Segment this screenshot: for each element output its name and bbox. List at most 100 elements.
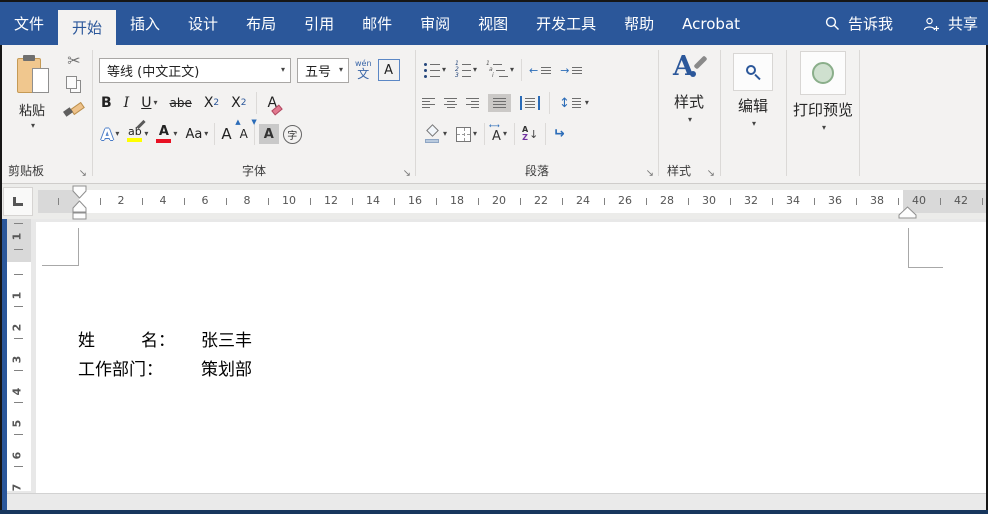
cut-button[interactable]: ✂ <box>67 53 80 69</box>
styles-button[interactable]: A 样式 ▾ <box>661 53 717 124</box>
doc-line1-label-b: 名： <box>141 331 175 351</box>
paragraph-dialog-launcher[interactable]: ↘ <box>646 169 654 179</box>
ruler-row: 24681012141618202224262830323436384042 <box>2 183 986 219</box>
doc-line1-label-a: 姓 <box>78 331 95 351</box>
person-add-icon <box>923 16 940 32</box>
shrink-font-button[interactable]: A▼ <box>238 122 250 146</box>
tab-开发工具[interactable]: 开发工具 <box>522 2 610 45</box>
increase-indent-button[interactable]: → <box>558 58 584 82</box>
doc-line2-label: 工作部门： <box>78 360 163 380</box>
tab-开始[interactable]: 开始 <box>58 10 116 45</box>
paste-button[interactable]: 粘贴 ▾ <box>7 55 57 130</box>
justify-button[interactable] <box>488 94 511 112</box>
print-preview-group: 打印预览 ▾ <box>787 45 859 183</box>
superscript-button[interactable]: X2 <box>229 91 248 115</box>
crop-mark-top-left-v <box>78 228 79 265</box>
clear-formatting-button[interactable]: A <box>265 91 279 115</box>
crop-mark-top-right-h <box>908 267 943 268</box>
font-dialog-launcher[interactable]: ↘ <box>403 169 411 179</box>
bold-button[interactable]: B <box>99 91 114 115</box>
underline-button[interactable]: U▾ <box>139 91 159 115</box>
align-center-button[interactable] <box>444 98 457 108</box>
font-name-value: 等线 (中文正文) <box>107 61 199 80</box>
subscript-button[interactable]: X2 <box>202 91 221 115</box>
asian-layout-button[interactable]: A←→▾ <box>490 122 509 146</box>
character-border-button[interactable]: A <box>378 59 400 81</box>
tab-引用[interactable]: 引用 <box>290 2 348 45</box>
character-shading-button[interactable]: A <box>259 124 279 144</box>
paste-label: 粘贴 <box>19 100 45 119</box>
left-indent-markers[interactable] <box>71 185 88 220</box>
italic-button[interactable]: I <box>122 91 132 115</box>
tab-selector[interactable] <box>3 187 33 216</box>
multilevel-list-button[interactable]: 1ai▾ <box>484 58 516 82</box>
line-spacing-button[interactable]: ↕▾ <box>559 96 589 111</box>
tab-stop-icon <box>13 197 23 206</box>
highlight-button[interactable]: ab▾ <box>125 122 150 146</box>
align-right-button[interactable] <box>466 98 479 108</box>
tab-帮助[interactable]: 帮助 <box>610 2 668 45</box>
editing-button[interactable]: 编辑 ▾ <box>723 53 783 128</box>
font-size-select[interactable]: 五号▾ <box>297 58 349 83</box>
distribute-button[interactable] <box>520 96 540 110</box>
share-label: 共享 <box>948 13 978 34</box>
tab-strip: 文件开始插入设计布局引用邮件审阅视图开发工具帮助Acrobat <box>0 2 754 45</box>
tab-布局[interactable]: 布局 <box>232 2 290 45</box>
tab-Acrobat[interactable]: Acrobat <box>668 2 754 45</box>
bullets-button[interactable]: ▾ <box>422 58 448 82</box>
strikethrough-button[interactable]: abe <box>167 91 193 115</box>
clipboard-dialog-launcher[interactable]: ↘ <box>79 169 87 179</box>
print-preview-button[interactable]: 打印预览 ▾ <box>789 51 857 132</box>
editing-group: 编辑 ▾ <box>721 45 785 183</box>
font-color-button[interactable]: A▾ <box>154 122 179 146</box>
tab-插入[interactable]: 插入 <box>116 2 174 45</box>
h-ruler[interactable]: 24681012141618202224262830323436384042 <box>38 190 986 213</box>
group-separator <box>859 50 860 176</box>
paragraph-group-label: 段落 <box>416 162 658 179</box>
tab-邮件[interactable]: 邮件 <box>348 2 406 45</box>
change-case-button[interactable]: Aa▾ <box>183 122 210 146</box>
grow-font-button[interactable]: A▲ <box>219 122 233 146</box>
share-button[interactable]: 共享 <box>923 2 988 45</box>
paste-icon <box>15 55 49 97</box>
enclose-characters-button[interactable]: 字 <box>283 125 302 144</box>
format-painter-button[interactable] <box>64 100 84 118</box>
search-icon <box>825 16 840 31</box>
text-effects-button[interactable]: A▾ <box>99 122 121 146</box>
font-size-value: 五号 <box>305 61 331 80</box>
tab-审阅[interactable]: 审阅 <box>406 2 464 45</box>
window-left-accent <box>2 219 7 510</box>
word-window: 文件开始插入设计布局引用邮件审阅视图开发工具帮助Acrobat 告诉我 共享 粘… <box>0 0 988 514</box>
right-indent-marker[interactable] <box>898 206 917 219</box>
paste-dropdown[interactable]: ▾ <box>31 122 35 130</box>
decrease-indent-button[interactable]: ← <box>527 58 553 82</box>
styles-dialog-launcher[interactable]: ↘ <box>707 169 715 179</box>
print-preview-icon <box>800 51 846 95</box>
phonetic-guide-button[interactable]: wén文 <box>355 60 372 80</box>
font-group: 等线 (中文正文)▾ 五号▾ wén文 A B I U▾ abe X2 X2 A… <box>93 45 415 183</box>
top-margin-zone <box>7 219 31 262</box>
tab-文件[interactable]: 文件 <box>0 2 58 45</box>
doc-line1-value: 张三丰 <box>201 331 252 351</box>
numbering-button[interactable]: 123▾ <box>453 58 479 82</box>
sort-button[interactable]: AZ↓ <box>520 122 540 146</box>
font-group-label: 字体 <box>93 162 415 179</box>
align-left-button[interactable] <box>422 98 435 108</box>
show-marks-button[interactable]: ↵ <box>551 122 567 146</box>
tell-me-button[interactable]: 告诉我 <box>819 2 899 45</box>
tab-设计[interactable]: 设计 <box>174 2 232 45</box>
horizontal-scrollbar[interactable] <box>2 493 986 510</box>
shading-button[interactable]: ▾ <box>422 122 449 146</box>
font-name-select[interactable]: 等线 (中文正文)▾ <box>99 58 291 83</box>
copy-button[interactable] <box>66 76 82 93</box>
doc-line2-value: 策划部 <box>201 360 252 380</box>
tab-视图[interactable]: 视图 <box>464 2 522 45</box>
print-preview-label: 打印预览 <box>793 99 853 120</box>
v-ruler[interactable]: 11234567 <box>7 219 31 491</box>
find-icon <box>733 53 773 91</box>
clipboard-group: 粘贴 ▾ ✂ 剪贴板 ↘ <box>2 45 91 183</box>
document-page[interactable] <box>36 222 986 493</box>
window-left-edge <box>0 45 2 514</box>
styles-group: A 样式 ▾ 样式 ↘ <box>659 45 719 183</box>
borders-button[interactable]: ▾ <box>454 122 479 146</box>
